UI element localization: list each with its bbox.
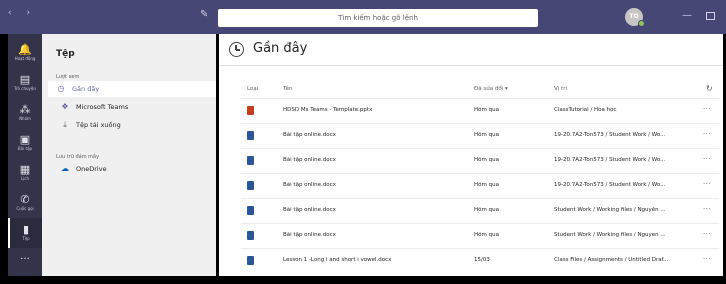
search-input[interactable]: Tìm kiếm hoặc gõ lệnh: [218, 9, 538, 27]
rail-item-files[interactable]: ▮ Tệp: [8, 218, 42, 248]
more-options-icon[interactable]: ···: [703, 205, 711, 213]
rail-item-teams[interactable]: ⁂ Nhóm: [8, 98, 42, 128]
panel-header: Gần đây: [219, 34, 723, 66]
rail-item-label: Lịch: [20, 176, 30, 181]
maximize-button[interactable]: [706, 12, 715, 20]
teams-logo-icon: ❖: [61, 102, 69, 111]
table-row[interactable]: Bài tập online.docx Hôm qua 19-20.7A2-Ton5…: [241, 123, 719, 147]
table-row[interactable]: Bài tập online.docx Hôm qua 19-20.7A2-Ton5…: [241, 173, 719, 197]
rail-item-calendar[interactable]: ▦ Lịch: [8, 158, 42, 188]
sidebar-item-label: Gần đây: [72, 85, 100, 93]
rail-item-label: Hoạt động: [14, 56, 36, 61]
column-header-location[interactable]: Vị trí: [554, 86, 567, 92]
column-header-name[interactable]: Tên: [283, 86, 292, 92]
sidebar-item-recent[interactable]: ◷ Gần đây: [48, 81, 216, 97]
file-name[interactable]: Bài tập online.docx: [283, 132, 336, 138]
word-file-icon: [247, 256, 254, 265]
file-location: Student Work / Working files / Nguyen ..…: [554, 232, 666, 238]
file-name[interactable]: Bài tập online.docx: [283, 157, 336, 163]
word-file-icon: [247, 181, 254, 190]
modified-date: Hôm qua: [474, 207, 499, 213]
sidebar-item-label: OneDrive: [76, 165, 107, 173]
phone-icon: ✆: [20, 193, 30, 206]
modified-date: Hôm qua: [474, 232, 499, 238]
modified-date: Hôm qua: [474, 132, 499, 138]
more-options-icon[interactable]: ···: [703, 180, 711, 188]
rail-item-chat[interactable]: ▤ Trò chuyện: [8, 68, 42, 98]
table-row[interactable]: Bài tập online.docx Hôm qua Student Work /…: [241, 223, 719, 247]
rail-item-assignments[interactable]: ▣ Bài tập: [8, 128, 42, 158]
table-row[interactable]: Bài tập online.docx Hôm qua 19-20.7A2-Ton5…: [241, 148, 719, 172]
rail-item-label: Bài tập: [17, 146, 33, 151]
modified-date: Hôm qua: [474, 107, 499, 113]
more-options-icon[interactable]: ···: [703, 155, 711, 163]
file-location: 19-20.7A2-Ton573 / Student Work / Wo...: [554, 132, 666, 138]
column-header-type: Loại: [247, 86, 259, 92]
assignments-icon: ▣: [19, 133, 31, 146]
app-rail: 🔔 Hoạt động ▤ Trò chuyện ⁂ Nhóm ▣ Bài tập ▦ Lịch ✆…: [8, 34, 42, 276]
clock-icon: ◷: [57, 84, 65, 93]
download-icon: ⤓: [63, 120, 67, 129]
back-forward-icon[interactable]: ‹ ›: [8, 8, 36, 18]
file-location: Student Work / Working files / Nguyễn ..…: [554, 207, 666, 213]
rail-item-label: Cuộc gọi: [16, 206, 34, 211]
more-options-icon[interactable]: ···: [703, 130, 711, 138]
clock-icon: [229, 42, 244, 57]
table-row[interactable]: Lesson 1 -Long i and short i vowel.docx 1…: [241, 248, 719, 272]
word-file-icon: [247, 131, 254, 140]
section-label-views: Lượt xem: [56, 74, 80, 80]
onedrive-icon: ☁: [61, 164, 69, 173]
more-apps-icon[interactable]: ···: [8, 254, 42, 265]
word-file-icon: [247, 231, 254, 240]
refresh-icon[interactable]: ↻: [706, 84, 713, 93]
modified-date: Hôm qua: [474, 182, 499, 188]
title-bar: ‹ › ✎ Tìm kiếm hoặc gõ lệnh TO —: [0, 0, 726, 34]
modified-date: Hôm qua: [474, 157, 499, 163]
sidebar-item-onedrive[interactable]: ☁ OneDrive: [52, 161, 214, 177]
table-row[interactable]: Bài tập online.docx Hôm qua Student Work /…: [241, 198, 719, 222]
table-row[interactable]: HDSD Ms Teams - Template.pptx Hôm qua Clas…: [241, 98, 719, 122]
file-name[interactable]: Lesson 1 -Long i and short i vowel.docx: [283, 257, 391, 263]
calendar-icon: ▦: [19, 163, 31, 176]
sidebar-title: Tệp: [56, 49, 75, 59]
recent-files-panel: Gần đây Loại Tên Đã sửa đổi ▾ Vị trí ↻ H…: [219, 34, 723, 276]
more-options-icon[interactable]: ···: [703, 255, 711, 263]
word-file-icon: [247, 206, 254, 215]
bell-icon: 🔔: [18, 43, 32, 56]
chat-icon: ▤: [19, 73, 31, 86]
sidebar-item-microsoft-teams[interactable]: ❖ Microsoft Teams: [52, 99, 214, 115]
teams-icon: ⁂: [19, 103, 31, 116]
column-header-modified[interactable]: Đã sửa đổi ▾: [474, 86, 508, 92]
file-name[interactable]: HDSD Ms Teams - Template.pptx: [283, 107, 372, 113]
page-title: Gần đây: [253, 41, 308, 56]
file-name[interactable]: Bài tập online.docx: [283, 207, 336, 213]
file-location: Class Files / Assignments / Untitled Dra…: [554, 257, 669, 263]
rail-item-phone[interactable]: ✆ Cuộc gọi: [8, 188, 42, 218]
new-chat-icon[interactable]: ✎: [200, 9, 212, 21]
file-name[interactable]: Bài tập online.docx: [283, 182, 336, 188]
files-icon: ▮: [22, 223, 30, 236]
sidebar-item-label: Tệp tải xuống: [76, 121, 121, 129]
file-name[interactable]: Bài tập online.docx: [283, 232, 336, 238]
rail-item-bell[interactable]: 🔔 Hoạt động: [8, 38, 42, 68]
section-label-cloud-storage: Lưu trữ đám mây: [56, 154, 100, 160]
rail-item-label: Trò chuyện: [14, 86, 36, 91]
modified-date: 15/03: [474, 257, 490, 263]
file-location: 19-20.7A2-Ton573 / Student Work / Wo...: [554, 157, 666, 163]
presence-status-icon: [638, 20, 645, 27]
word-file-icon: [247, 156, 254, 165]
sidebar-item-downloads[interactable]: ⤓ Tệp tải xuống: [52, 117, 214, 133]
file-location: 19-20.7A2-Ton573 / Student Work / Wo...: [554, 182, 666, 188]
powerpoint-file-icon: [247, 106, 254, 115]
files-sidebar: Tệp Lượt xem ◷ Gần đây ❖ Microsoft Teams ⤓…: [42, 34, 216, 276]
file-location: ClassTutorial / Hóa học: [554, 107, 617, 113]
more-options-icon[interactable]: ···: [703, 105, 711, 113]
sidebar-item-label: Microsoft Teams: [76, 103, 129, 111]
rail-item-label: Nhóm: [19, 116, 31, 121]
rail-item-label: Tệp: [22, 236, 30, 241]
minimize-button[interactable]: —: [682, 10, 692, 21]
more-options-icon[interactable]: ···: [703, 230, 711, 238]
